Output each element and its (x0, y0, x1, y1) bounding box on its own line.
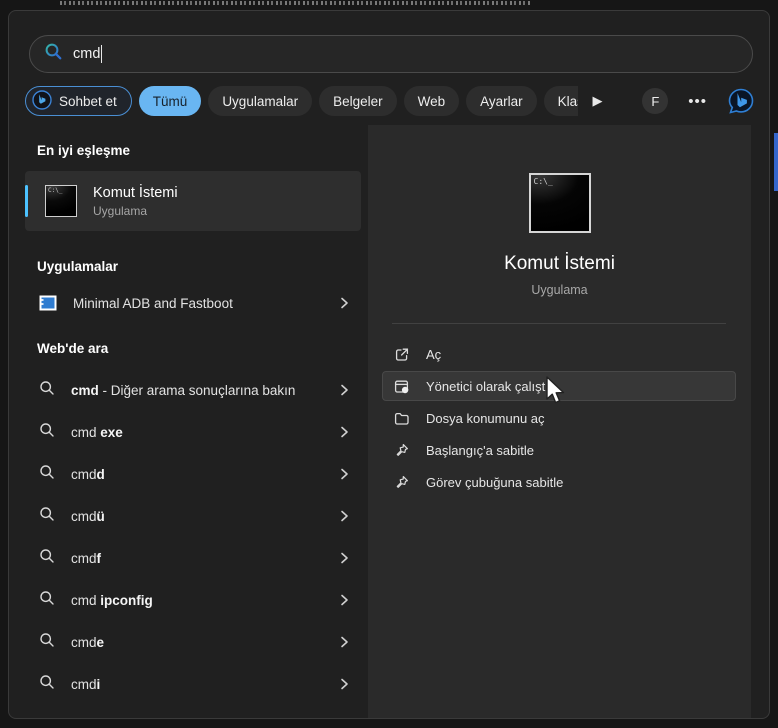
web-suggestion-row[interactable]: cmdd (25, 456, 361, 492)
preview-subtitle: Uygulama (531, 283, 588, 297)
filter-tab-web[interactable]: Web (403, 86, 460, 116)
action-dosya-konumunu-aç[interactable]: Dosya konumunu aç (382, 403, 736, 433)
preview-title: Komut İstemi (504, 253, 615, 274)
web-suggestion-label: cmd - Diğer arama sonuçlarına bakın (71, 382, 296, 398)
web-suggestion-label: cmdi (71, 676, 101, 692)
chevron-right-icon[interactable] (337, 593, 351, 607)
web-suggestion-row[interactable]: cmdü (25, 498, 361, 534)
filter-tab-belgeler[interactable]: Belgeler (319, 86, 397, 116)
search-input[interactable]: cmd (29, 35, 753, 73)
action-label: Görev çubuğuna sabitle (426, 474, 564, 490)
filter-tab-klasörler[interactable]: Klasörler (543, 86, 579, 116)
web-suggestion-row[interactable]: cmdi (25, 666, 361, 702)
command-prompt-icon-large (528, 173, 591, 233)
filter-tab-uygulamalar[interactable]: Uygulamalar (208, 86, 313, 116)
filter-pills-row: Sohbet et Tümü Uygulamalar Belgeler Web Ayar… (25, 85, 755, 117)
web-suggestion-label: cmdd (71, 466, 105, 482)
web-suggestion-label: cmd ipconfig (71, 592, 153, 608)
action-label: Yönetici olarak çalıştır (426, 378, 554, 394)
app-item-minimal-adb[interactable]: Minimal ADB and Fastboot (25, 285, 361, 321)
best-match-title: Komut İstemi (93, 184, 178, 201)
web-suggestion-row[interactable]: cmd exe (25, 414, 361, 450)
chevron-right-icon[interactable] (337, 425, 351, 439)
action-yönetici-olarak-çalıştır[interactable]: Yönetici olarak çalıştır (382, 371, 736, 401)
action-aç[interactable]: Aç (382, 339, 736, 369)
search-flyout: cmd Sohbet et Tümü Uygulamalar Belgeler Web… (8, 10, 770, 719)
apps-header: Uygulamalar (37, 259, 119, 274)
folder-icon (393, 410, 410, 427)
web-suggestion-label: cmdf (71, 550, 102, 566)
magnifier-icon (39, 464, 55, 485)
best-match-item[interactable]: Komut İstemi Uygulama (25, 171, 361, 231)
preview-pane: Komut İstemi Uygulama Aç Yönetici olarak … (368, 125, 751, 718)
bing-logo-icon[interactable] (727, 87, 755, 115)
chevron-right-icon[interactable] (337, 467, 351, 481)
selection-accent-bar (25, 185, 28, 217)
action-görev-çubuğuna-sabitle[interactable]: Görev çubuğuna sabitle (382, 467, 736, 497)
magnifier-icon (39, 380, 55, 401)
action-label: Dosya konumunu aç (426, 410, 545, 426)
web-suggestion-row[interactable]: cmd - Diğer arama sonuçlarına bakın (25, 372, 361, 408)
web-suggestion-row[interactable]: cmdf (25, 540, 361, 576)
filter-tabs: TümüUygulamalarBelgelerWebAyarlarKlasörl… (138, 86, 579, 116)
account-avatar[interactable]: F (642, 88, 669, 114)
open-icon (393, 346, 410, 363)
web-search-header: Web'de ara (37, 341, 109, 356)
web-suggestion-row[interactable]: cmd ipconfig (25, 582, 361, 618)
chevron-right-icon[interactable] (337, 509, 351, 523)
bing-chat-icon (32, 89, 52, 113)
results-list-pane: En iyi eşleşme Komut İstemi Uygulama Uyg… (9, 125, 368, 718)
context-actions-list: Aç Yönetici olarak çalıştır Dosya konumunu… (382, 339, 736, 499)
background-accent-sliver (774, 133, 778, 191)
best-match-header: En iyi eşleşme (37, 143, 131, 158)
chevron-right-icon[interactable] (337, 677, 351, 691)
chevron-right-icon[interactable] (337, 635, 351, 649)
chevron-right-icon[interactable] (337, 296, 351, 310)
magnifier-icon (39, 590, 55, 611)
magnifier-icon (39, 422, 55, 443)
screen: cmd Sohbet et Tümü Uygulamalar Belgeler Web… (0, 0, 778, 728)
action-label: Başlangıç'a sabitle (426, 442, 534, 458)
pin-icon (393, 442, 410, 459)
chevron-right-icon[interactable] (337, 551, 351, 565)
magnifier-icon (39, 632, 55, 653)
divider (392, 323, 726, 324)
action-başlangıç-a-sabitle[interactable]: Başlangıç'a sabitle (382, 435, 736, 465)
adb-app-icon (39, 295, 57, 311)
search-icon (44, 42, 63, 66)
background-window-titlebar (0, 0, 778, 10)
search-query-text: cmd (73, 46, 101, 62)
magnifier-icon (39, 674, 55, 695)
filter-chat-label: Sohbet et (59, 93, 117, 109)
more-options-button[interactable]: ••• (682, 92, 713, 111)
pin-icon (393, 474, 410, 491)
filter-tab-tümü[interactable]: Tümü (138, 86, 202, 116)
best-match-subtitle: Uygulama (93, 203, 148, 218)
web-suggestion-row[interactable]: cmde (25, 624, 361, 660)
magnifier-icon (39, 548, 55, 569)
filter-chat[interactable]: Sohbet et (25, 86, 132, 116)
web-suggestion-label: cmd exe (71, 424, 123, 440)
filter-tab-ayarlar[interactable]: Ayarlar (466, 86, 537, 116)
text-caret (101, 45, 103, 63)
run-as-admin-icon (393, 378, 410, 395)
command-prompt-icon (45, 185, 77, 217)
magnifier-icon (39, 506, 55, 527)
web-suggestion-label: cmde (71, 634, 105, 650)
background-titlebar-text (60, 1, 530, 5)
results-area: En iyi eşleşme Komut İstemi Uygulama Uyg… (9, 125, 769, 718)
action-label: Aç (426, 346, 442, 362)
pills-overflow-button[interactable]: ▶ (588, 89, 606, 113)
app-item-label: Minimal ADB and Fastboot (73, 295, 233, 311)
chevron-right-icon[interactable] (337, 383, 351, 397)
web-suggestion-label: cmdü (71, 508, 105, 524)
